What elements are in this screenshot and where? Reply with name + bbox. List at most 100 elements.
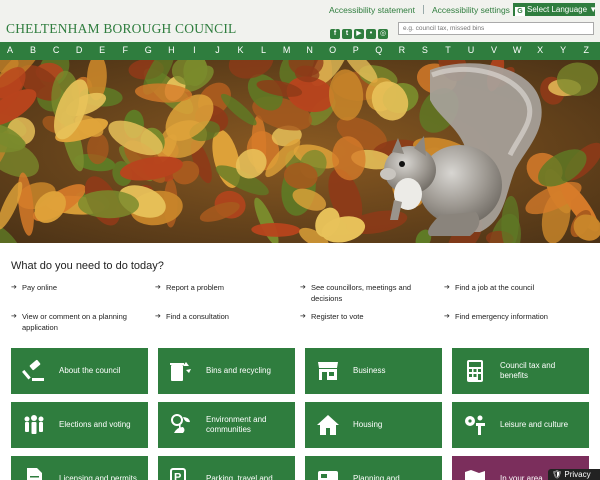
az-letter-n[interactable]: N: [304, 45, 316, 55]
az-letter-x[interactable]: X: [534, 45, 546, 55]
task-pay-online[interactable]: ➔ Pay online: [11, 282, 142, 293]
twitter-icon[interactable]: t: [342, 29, 352, 39]
language-select[interactable]: G Select Language ▼: [513, 3, 597, 16]
tile-label: Parking, travel and: [206, 474, 273, 480]
az-letter-y[interactable]: Y: [557, 45, 569, 55]
facebook-icon[interactable]: f: [330, 29, 340, 39]
house-icon: [317, 415, 339, 435]
task-emergency[interactable]: ➔ Find emergency information: [444, 311, 585, 322]
az-letter-b[interactable]: B: [27, 45, 39, 55]
site-title[interactable]: CHELTENHAM BOROUGH COUNCIL: [6, 21, 236, 37]
az-letter-q[interactable]: Q: [373, 45, 385, 55]
az-letter-v[interactable]: V: [488, 45, 500, 55]
arrow-right-icon: ➔: [11, 284, 17, 291]
document-icon: [27, 468, 42, 480]
map-icon: [465, 470, 485, 480]
instagram-icon[interactable]: ◎: [378, 29, 388, 39]
az-letter-i[interactable]: I: [188, 45, 200, 55]
leisure-icon: [465, 415, 485, 435]
task-planning[interactable]: ➔ View or comment on a planning applicati…: [11, 311, 140, 333]
accessibility-statement-link[interactable]: Accessibility statement: [329, 5, 415, 15]
az-letter-z[interactable]: Z: [580, 45, 592, 55]
link-divider: [422, 5, 424, 14]
calculator-icon: [467, 360, 483, 382]
privacy-button[interactable]: 🛡 Privacy: [548, 469, 600, 480]
tile-label: About the council: [59, 366, 121, 375]
az-letter-s[interactable]: S: [419, 45, 431, 55]
task-find-job[interactable]: ➔ Find a job at the council: [444, 282, 585, 293]
planning-icon: [318, 471, 338, 480]
az-letter-j[interactable]: J: [211, 45, 223, 55]
task-register-vote[interactable]: ➔ Register to vote: [300, 311, 429, 322]
tile-elections[interactable]: Elections and voting: [11, 402, 148, 448]
tasks-heading: What do you need to do today?: [11, 260, 164, 272]
shop-icon: [318, 362, 338, 380]
tile-about-council[interactable]: About the council: [11, 348, 148, 394]
tile-label: Licensing and permits: [59, 474, 137, 480]
task-label: Find emergency information: [455, 312, 548, 321]
site-header: CHELTENHAM BOROUGH COUNCIL Accessibility…: [0, 0, 600, 42]
az-letter-o[interactable]: O: [327, 45, 339, 55]
az-letter-w[interactable]: W: [511, 45, 523, 55]
tile-label: Housing: [353, 420, 383, 429]
az-letter-l[interactable]: L: [258, 45, 270, 55]
a-z-index: A B C D E F G H I J K L M N O P Q R S T U V W X Y Z: [0, 42, 600, 60]
az-letter-e[interactable]: E: [96, 45, 108, 55]
arrow-right-icon: ➔: [444, 284, 450, 291]
search-input[interactable]: [398, 22, 594, 35]
az-letter-a[interactable]: A: [4, 45, 16, 55]
tile-housing[interactable]: Housing: [305, 402, 442, 448]
az-letter-c[interactable]: C: [50, 45, 62, 55]
tile-label: Leisure and culture: [500, 420, 569, 429]
social-links: f t ▶ • ◎: [330, 22, 390, 39]
tile-label: Elections and voting: [59, 420, 131, 429]
tile-environment[interactable]: Environment and communities: [158, 402, 295, 448]
task-label: Report a problem: [166, 283, 224, 292]
tile-planning[interactable]: Planning and: [305, 456, 442, 480]
language-select-label: Select Language: [527, 5, 588, 14]
task-label: Register to vote: [311, 312, 364, 321]
people-icon: [24, 415, 44, 434]
az-letter-t[interactable]: T: [442, 45, 454, 55]
az-letter-d[interactable]: D: [73, 45, 85, 55]
task-councillors[interactable]: ➔ See councillors, meetings and decisions: [300, 282, 429, 304]
privacy-label: Privacy: [564, 470, 591, 479]
arrow-right-icon: ➔: [444, 313, 450, 320]
parking-icon: P: [170, 468, 186, 480]
arrow-right-icon: ➔: [155, 284, 161, 291]
az-letter-g[interactable]: G: [142, 45, 154, 55]
youtube-icon[interactable]: ▶: [354, 29, 364, 39]
tile-licensing[interactable]: Licensing and permits: [11, 456, 148, 480]
tile-label: Environment and communities: [206, 415, 267, 434]
az-letter-p[interactable]: P: [350, 45, 362, 55]
flickr-icon[interactable]: •: [366, 29, 376, 39]
az-letter-u[interactable]: U: [465, 45, 477, 55]
tile-label: Council tax and benefits: [500, 361, 556, 380]
tile-business[interactable]: Business: [305, 348, 442, 394]
svg-text:P: P: [174, 472, 181, 480]
az-letter-k[interactable]: K: [235, 45, 247, 55]
az-letter-h[interactable]: H: [165, 45, 177, 55]
az-letter-f[interactable]: F: [119, 45, 131, 55]
tile-bins[interactable]: Bins and recycling: [158, 348, 295, 394]
tile-council-tax[interactable]: Council tax and benefits: [452, 348, 589, 394]
tile-parking[interactable]: P Parking, travel and: [158, 456, 295, 480]
recycle-bin-icon: [170, 362, 191, 381]
task-consultation[interactable]: ➔ Find a consultation: [155, 311, 286, 322]
task-report-problem[interactable]: ➔ Report a problem: [155, 282, 286, 293]
tile-label: Business: [353, 366, 386, 375]
tile-label: Bins and recycling: [206, 366, 271, 375]
accessibility-settings-link[interactable]: Accessibility settings: [432, 5, 510, 15]
az-letter-r[interactable]: R: [396, 45, 408, 55]
arrow-right-icon: ➔: [155, 313, 161, 320]
task-label: Find a consultation: [166, 312, 229, 321]
tile-leisure[interactable]: Leisure and culture: [452, 402, 589, 448]
task-label: View or comment on a planning applicatio…: [22, 312, 127, 332]
arrow-right-icon: ➔: [300, 313, 306, 320]
az-letter-m[interactable]: M: [281, 45, 293, 55]
tile-label: Planning and: [353, 474, 400, 480]
top-links: Accessibility statement Accessibility set…: [329, 5, 510, 15]
task-label: Find a job at the council: [455, 283, 535, 292]
autumn-leaves-squirrel-image: [0, 60, 600, 243]
arrow-right-icon: ➔: [11, 313, 17, 320]
